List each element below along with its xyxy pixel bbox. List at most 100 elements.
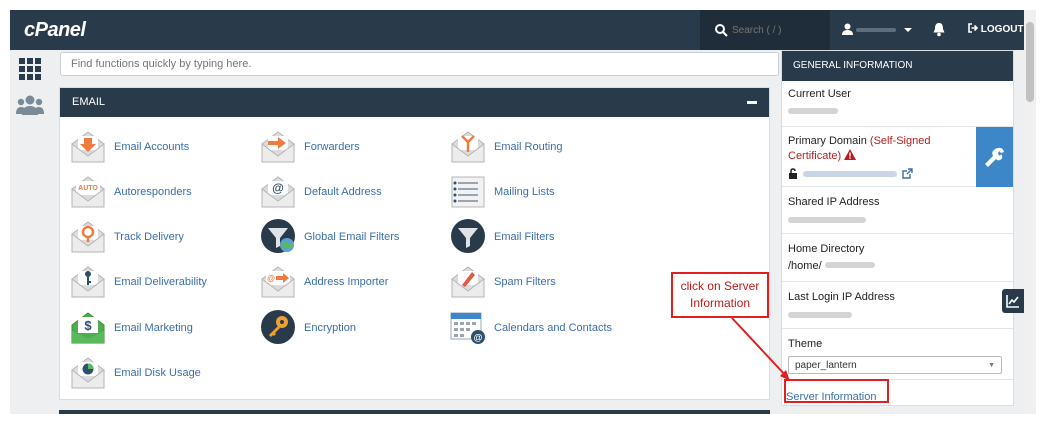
calendars-icon: @ <box>450 312 485 344</box>
chart-icon <box>1006 295 1019 308</box>
last-login-value-redacted <box>788 312 852 318</box>
encryption-icon <box>261 310 295 344</box>
home-directory-redacted <box>824 262 875 268</box>
email-section-header[interactable]: EMAIL <box>60 88 769 117</box>
forwarders-item[interactable]: Forwarders <box>260 128 450 168</box>
general-information-panel: GENERAL INFORMATION Current User Primary… <box>781 50 1014 406</box>
warning-icon <box>844 149 857 160</box>
default-address-icon: @ <box>261 176 295 208</box>
default-address-label: Default Address <box>304 186 382 198</box>
svg-text:AUTO: AUTO <box>78 185 98 192</box>
user-menu[interactable] <box>840 10 918 50</box>
default-address-item[interactable]: @ Default Address <box>260 173 450 213</box>
email-filters-icon <box>451 219 485 253</box>
cpanel-logo[interactable]: cPanel <box>24 19 86 42</box>
global-filters-icon <box>261 219 295 253</box>
search-input[interactable] <box>732 22 822 38</box>
encryption-item[interactable]: Encryption <box>260 309 450 349</box>
scrollbar-thumb[interactable] <box>1026 22 1034 102</box>
shared-ip-label: Shared IP Address <box>788 196 880 208</box>
current-user-value-redacted <box>788 108 838 114</box>
email-marketing-item[interactable]: $ Email Marketing <box>70 309 260 349</box>
email-deliverability-label: Email Deliverability <box>114 276 207 288</box>
autoresponders-icon: AUTO <box>71 176 105 208</box>
user-name-redacted <box>856 28 896 32</box>
annotation-callout: click on Server Information <box>671 272 769 318</box>
home-directory-prefix: /home/ <box>788 260 822 272</box>
find-functions-input[interactable] <box>60 52 779 76</box>
svg-text:@: @ <box>272 181 284 195</box>
forwarders-label: Forwarders <box>304 141 360 153</box>
logout-button[interactable]: LOGOUT <box>958 10 1024 50</box>
current-user-label: Current User <box>788 88 851 100</box>
email-accounts-item[interactable]: Email Accounts <box>70 128 260 168</box>
spam-filters-label: Spam Filters <box>494 276 556 288</box>
email-routing-item[interactable]: Email Routing <box>450 128 640 168</box>
address-importer-icon: @ <box>261 266 295 298</box>
global-filters-item[interactable]: Global Email Filters <box>260 218 450 258</box>
last-login-label: Last Login IP Address <box>788 291 895 303</box>
track-delivery-item[interactable]: Track Delivery <box>70 218 260 258</box>
server-information-highlight <box>784 379 889 403</box>
bell-icon[interactable] <box>932 22 946 37</box>
spam-filters-icon <box>451 266 485 298</box>
email-deliverability-icon <box>71 266 105 298</box>
calendars-item[interactable]: @ Calendars and Contacts <box>450 309 640 349</box>
home-directory-label: Home Directory <box>788 243 865 255</box>
home-directory-row: Home Directory /home/ <box>782 234 1013 282</box>
scrollbar[interactable] <box>1024 10 1036 414</box>
home-directory-value: /home/ <box>788 260 1013 274</box>
last-login-row: Last Login IP Address <box>782 282 1013 329</box>
shared-ip-value-redacted <box>788 217 866 223</box>
left-nav <box>10 50 50 414</box>
theme-row: Theme paper_lantern ▼ <box>782 329 1013 380</box>
theme-select[interactable]: paper_lantern ▼ <box>788 356 1002 374</box>
address-importer-item[interactable]: @ Address Importer <box>260 263 450 303</box>
email-disk-usage-item[interactable]: Email Disk Usage <box>70 354 260 394</box>
global-filters-label: Global Email Filters <box>304 231 400 243</box>
email-filters-label: Email Filters <box>494 231 555 243</box>
chevron-down-icon: ▼ <box>988 362 995 369</box>
logout-label: LOGOUT <box>980 24 1024 35</box>
email-filters-item[interactable]: Email Filters <box>450 218 640 258</box>
autoresponders-item[interactable]: AUTO Autoresponders <box>70 173 260 213</box>
svg-text:$: $ <box>84 318 92 333</box>
theme-select-value: paper_lantern <box>795 360 857 371</box>
shared-ip-row: Shared IP Address <box>782 187 1013 234</box>
primary-domain-redacted[interactable] <box>803 171 897 177</box>
track-delivery-icon <box>71 221 105 253</box>
unlock-icon <box>789 168 797 179</box>
current-user-row: Current User <box>782 81 1013 127</box>
svg-text:@: @ <box>474 333 483 343</box>
email-deliverability-item[interactable]: Email Deliverability <box>70 263 260 303</box>
logout-icon <box>968 23 979 33</box>
callout-line-1: click on Server <box>680 279 760 293</box>
forwarders-icon <box>261 131 295 163</box>
grid-icon[interactable] <box>19 58 41 80</box>
email-accounts-label: Email Accounts <box>114 141 190 153</box>
top-bar: cPanel LOGOU <box>10 10 1024 50</box>
spam-filters-item[interactable]: Spam Filters <box>450 263 640 303</box>
chevron-down-icon <box>904 28 912 32</box>
collapse-icon[interactable] <box>747 101 757 104</box>
theme-label: Theme <box>788 338 823 350</box>
wrench-tile[interactable] <box>976 127 1013 187</box>
email-section-title: EMAIL <box>72 96 106 108</box>
users-icon[interactable] <box>16 95 44 115</box>
next-section-header[interactable] <box>59 410 770 414</box>
external-link-icon[interactable] <box>902 168 913 179</box>
calendars-label: Calendars and Contacts <box>494 322 613 334</box>
search-box[interactable] <box>700 10 830 50</box>
primary-domain-row: Primary Domain (Self-Signed Certificate) <box>782 127 1013 187</box>
email-routing-label: Email Routing <box>494 141 563 153</box>
mailing-lists-item[interactable]: Mailing Lists <box>450 173 640 213</box>
wrench-icon <box>985 147 1004 167</box>
email-section: EMAIL Email Accounts Forwarders Email Ro… <box>59 87 770 400</box>
encryption-label: Encryption <box>304 322 356 334</box>
cpanel-window: cPanel LOGOU <box>10 10 1036 414</box>
email-accounts-icon <box>71 131 105 163</box>
email-disk-usage-label: Email Disk Usage <box>114 367 201 379</box>
email-marketing-label: Email Marketing <box>114 322 193 334</box>
address-importer-label: Address Importer <box>304 276 389 288</box>
stats-toggle-button[interactable] <box>1002 289 1024 313</box>
